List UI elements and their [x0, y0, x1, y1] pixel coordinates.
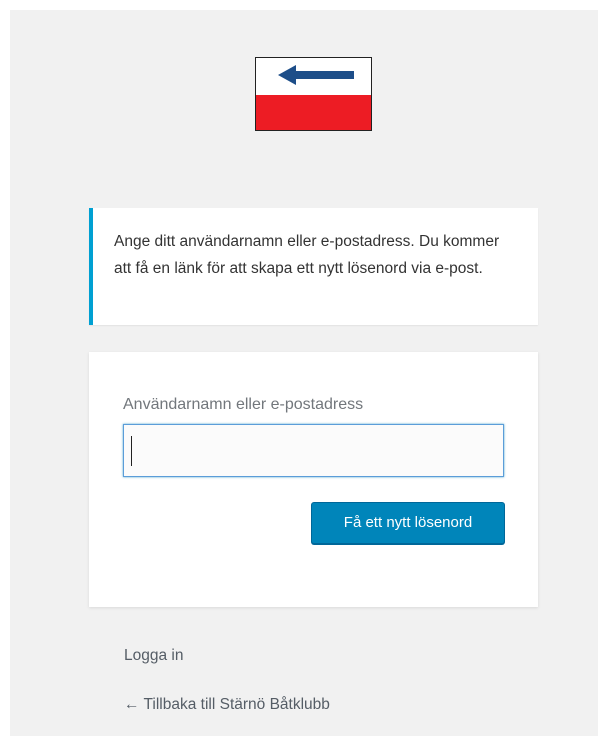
login-page: Ange ditt användarnamn eller e-postadres…	[10, 10, 598, 736]
left-arrow-icon	[278, 65, 354, 85]
text-caret	[131, 436, 132, 466]
info-message-text: Ange ditt användarnamn eller e-postadres…	[114, 233, 500, 277]
site-logo[interactable]	[255, 57, 372, 131]
username-input[interactable]	[123, 424, 504, 477]
get-new-password-button[interactable]: Få ett nytt lösenord	[311, 502, 505, 544]
back-to-site-link[interactable]: ← Tillbaka till Stärnö Båtklubb	[124, 696, 330, 714]
info-message: Ange ditt användarnamn eller e-postadres…	[89, 208, 538, 325]
username-label: Användarnamn eller e-postadress	[123, 396, 364, 413]
lost-password-form: Användarnamn eller e-postadress Få ett n…	[89, 352, 538, 607]
login-link[interactable]: Logga in	[124, 647, 183, 665]
